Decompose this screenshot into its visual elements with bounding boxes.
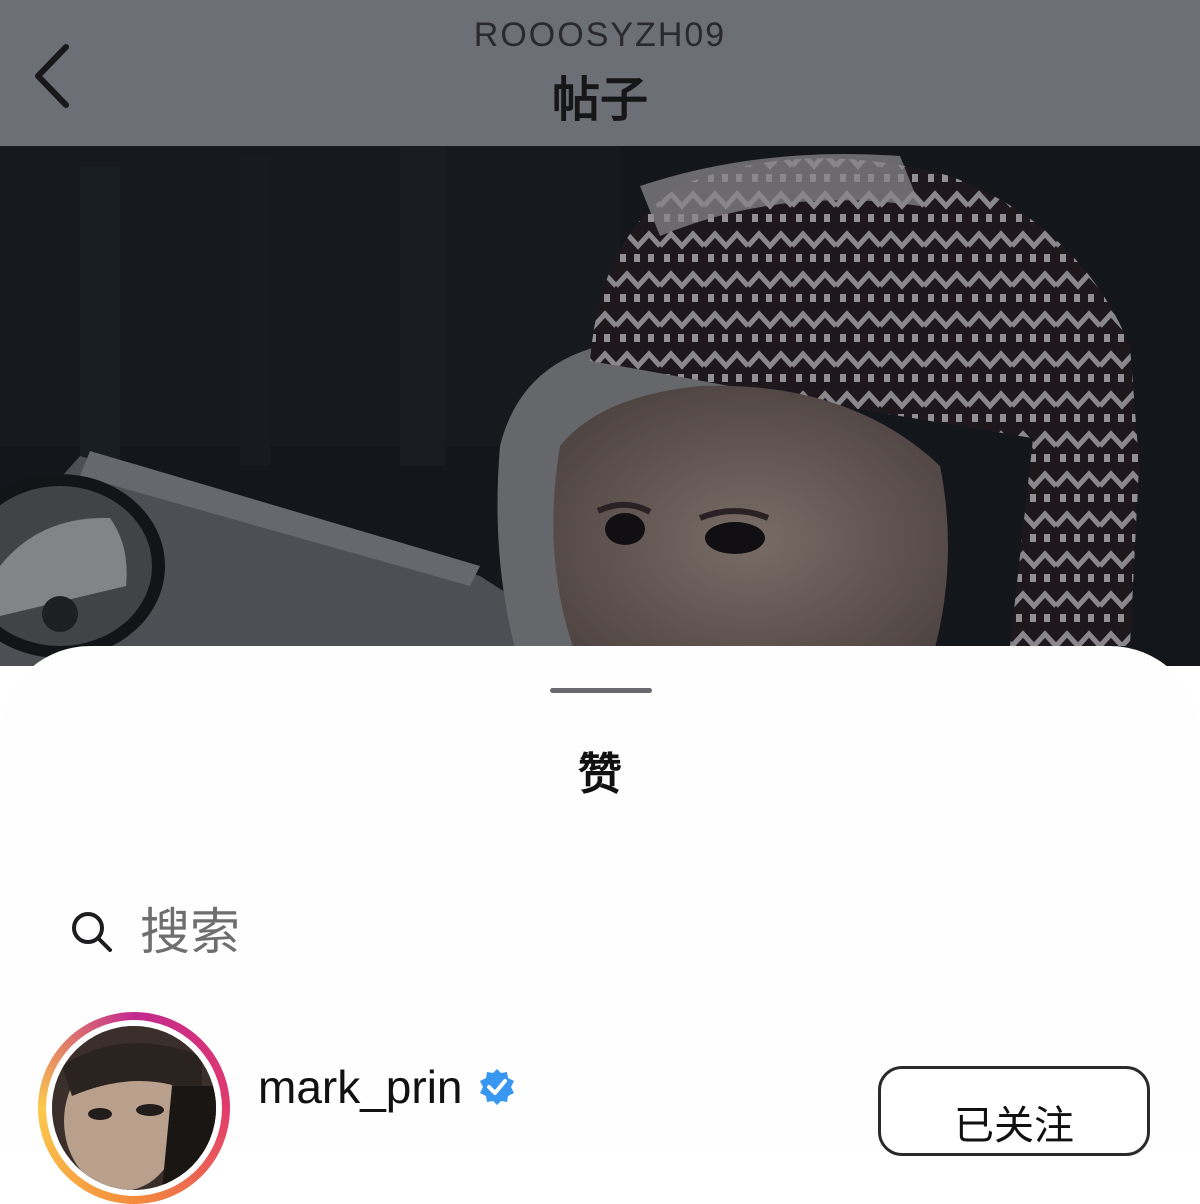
sheet-title: 赞 xyxy=(578,749,622,800)
list-item[interactable]: mark_prin 已关注 xyxy=(0,1012,1200,1204)
story-ring[interactable] xyxy=(38,1012,230,1204)
liker-username-row[interactable]: mark_prin xyxy=(258,1060,517,1114)
post-image xyxy=(0,146,1200,666)
drag-handle[interactable] xyxy=(550,688,652,693)
page-title: 帖子 xyxy=(551,72,648,128)
top-bar: ROOOSYZH09 帖子 xyxy=(0,0,1200,146)
search-input[interactable] xyxy=(140,903,940,961)
avatar-image xyxy=(52,1026,216,1190)
search-bar[interactable] xyxy=(70,900,1130,964)
likes-sheet: 赞 mark_ xyxy=(0,646,1200,1204)
following-button[interactable]: 已关注 xyxy=(878,1066,1150,1156)
post-author-username: ROOOSYZH09 xyxy=(473,16,727,54)
avatar xyxy=(46,1020,222,1196)
search-icon xyxy=(72,912,112,952)
liker-username[interactable]: mark_prin xyxy=(258,1060,463,1114)
verified-badge-icon xyxy=(479,1069,514,1105)
